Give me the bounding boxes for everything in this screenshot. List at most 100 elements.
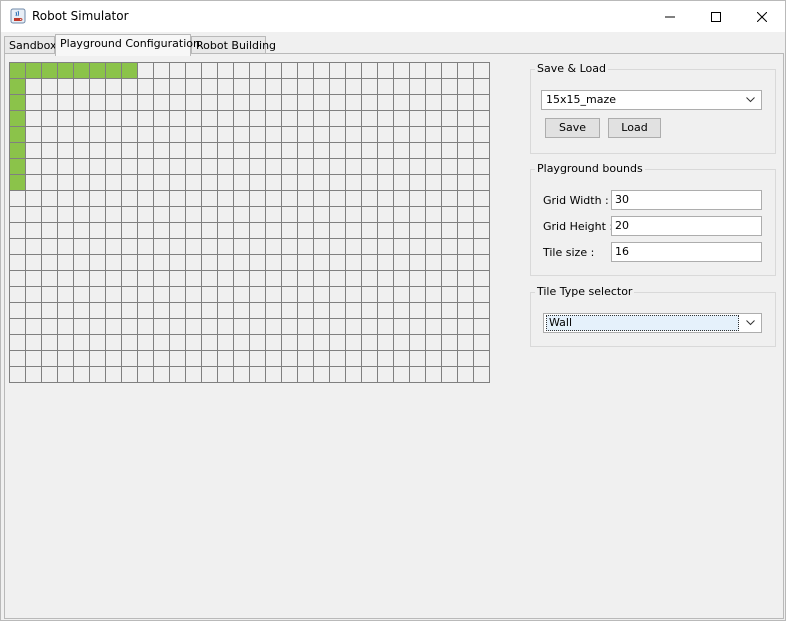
empty-tile[interactable] [105,350,122,367]
empty-tile[interactable] [361,142,378,159]
empty-tile[interactable] [441,270,458,287]
empty-tile[interactable] [249,174,266,191]
empty-tile[interactable] [137,286,154,303]
empty-tile[interactable] [345,62,362,79]
empty-tile[interactable] [265,238,282,255]
empty-tile[interactable] [393,238,410,255]
empty-tile[interactable] [409,366,426,383]
empty-tile[interactable] [457,158,474,175]
empty-tile[interactable] [313,318,330,335]
empty-tile[interactable] [265,142,282,159]
empty-tile[interactable] [169,222,186,239]
empty-tile[interactable] [233,78,250,95]
empty-tile[interactable] [457,174,474,191]
empty-tile[interactable] [137,78,154,95]
empty-tile[interactable] [457,126,474,143]
empty-tile[interactable] [361,350,378,367]
empty-tile[interactable] [249,206,266,223]
empty-tile[interactable] [425,110,442,127]
empty-tile[interactable] [265,254,282,271]
empty-tile[interactable] [41,174,58,191]
empty-tile[interactable] [105,78,122,95]
wall-tile[interactable] [73,62,90,79]
empty-tile[interactable] [345,126,362,143]
empty-tile[interactable] [409,174,426,191]
empty-tile[interactable] [281,222,298,239]
empty-tile[interactable] [25,366,42,383]
empty-tile[interactable] [25,94,42,111]
wall-tile[interactable] [41,62,58,79]
empty-tile[interactable] [121,254,138,271]
empty-tile[interactable] [473,350,490,367]
empty-tile[interactable] [233,350,250,367]
empty-tile[interactable] [217,254,234,271]
wall-tile[interactable] [89,62,106,79]
empty-tile[interactable] [121,94,138,111]
empty-tile[interactable] [249,94,266,111]
empty-tile[interactable] [217,142,234,159]
empty-tile[interactable] [393,110,410,127]
empty-tile[interactable] [393,62,410,79]
empty-tile[interactable] [393,94,410,111]
empty-tile[interactable] [121,366,138,383]
empty-tile[interactable] [457,238,474,255]
empty-tile[interactable] [185,318,202,335]
empty-tile[interactable] [425,238,442,255]
empty-tile[interactable] [41,142,58,159]
empty-tile[interactable] [361,190,378,207]
empty-tile[interactable] [57,190,74,207]
empty-tile[interactable] [329,302,346,319]
wall-tile[interactable] [121,62,138,79]
empty-tile[interactable] [121,318,138,335]
empty-tile[interactable] [201,286,218,303]
empty-tile[interactable] [377,222,394,239]
empty-tile[interactable] [473,94,490,111]
empty-tile[interactable] [265,270,282,287]
empty-tile[interactable] [249,190,266,207]
empty-tile[interactable] [9,190,26,207]
empty-tile[interactable] [345,238,362,255]
empty-tile[interactable] [377,254,394,271]
empty-tile[interactable] [345,334,362,351]
empty-tile[interactable] [473,302,490,319]
empty-tile[interactable] [281,286,298,303]
empty-tile[interactable] [377,270,394,287]
empty-tile[interactable] [457,286,474,303]
empty-tile[interactable] [89,238,106,255]
empty-tile[interactable] [73,174,90,191]
empty-tile[interactable] [137,190,154,207]
empty-tile[interactable] [249,302,266,319]
empty-tile[interactable] [457,350,474,367]
empty-tile[interactable] [41,94,58,111]
empty-tile[interactable] [297,366,314,383]
empty-tile[interactable] [313,78,330,95]
empty-tile[interactable] [57,110,74,127]
empty-tile[interactable] [25,126,42,143]
empty-tile[interactable] [281,238,298,255]
empty-tile[interactable] [361,222,378,239]
empty-tile[interactable] [409,318,426,335]
empty-tile[interactable] [425,142,442,159]
empty-tile[interactable] [25,318,42,335]
empty-tile[interactable] [297,190,314,207]
empty-tile[interactable] [57,366,74,383]
empty-tile[interactable] [233,110,250,127]
empty-tile[interactable] [393,158,410,175]
empty-tile[interactable] [265,206,282,223]
empty-tile[interactable] [457,62,474,79]
empty-tile[interactable] [409,254,426,271]
empty-tile[interactable] [57,142,74,159]
empty-tile[interactable] [457,206,474,223]
empty-tile[interactable] [297,158,314,175]
empty-tile[interactable] [233,190,250,207]
empty-tile[interactable] [137,94,154,111]
empty-tile[interactable] [185,78,202,95]
empty-tile[interactable] [441,286,458,303]
empty-tile[interactable] [105,94,122,111]
empty-tile[interactable] [377,110,394,127]
empty-tile[interactable] [473,270,490,287]
empty-tile[interactable] [9,366,26,383]
empty-tile[interactable] [265,350,282,367]
empty-tile[interactable] [281,190,298,207]
empty-tile[interactable] [425,78,442,95]
